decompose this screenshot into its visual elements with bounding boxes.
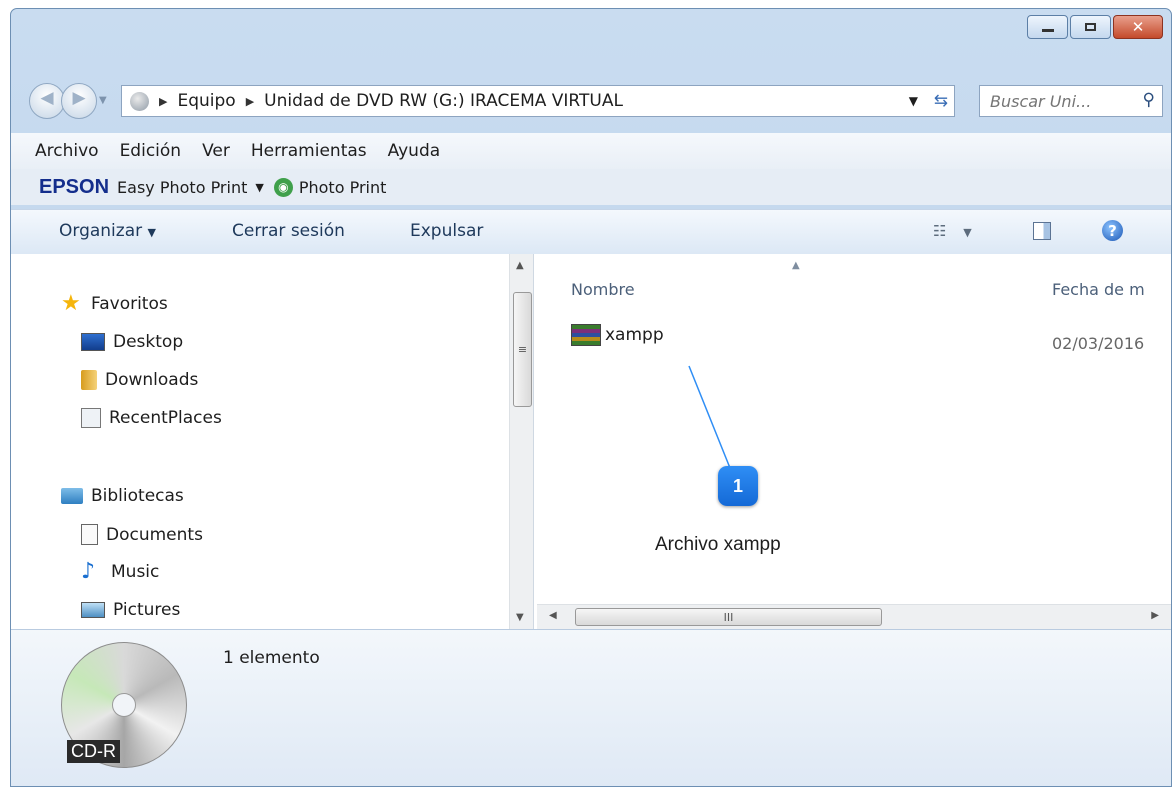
menu-herramientas[interactable]: Herramientas	[251, 141, 367, 161]
nav-vertical-scrollbar[interactable]: ▲ ≡ ▼	[509, 254, 534, 629]
search-icon[interactable]: ⚲	[1143, 90, 1155, 110]
title-bar: ✕	[11, 9, 1171, 51]
navigation-pane: ★ Favoritos Desktop Downloads RecentPlac…	[11, 254, 534, 629]
back-arrow-icon: ◀	[40, 88, 54, 108]
folder-icon	[81, 370, 97, 390]
computer-icon	[130, 91, 149, 111]
horizontal-scrollbar[interactable]: ◀ III ▶	[537, 604, 1171, 629]
details-pane: CD-R 1 elemento	[11, 629, 1171, 786]
menu-ver[interactable]: Ver	[202, 141, 230, 161]
menu-ayuda[interactable]: Ayuda	[388, 141, 441, 161]
breadcrumb-separator-icon[interactable]: ▶	[246, 95, 254, 108]
menu-edicion[interactable]: Edición	[120, 141, 182, 161]
forward-button[interactable]: ▶	[61, 83, 97, 119]
desktop-icon	[81, 333, 105, 351]
scroll-left-icon[interactable]: ◀	[549, 610, 557, 621]
eject-button[interactable]: Expulsar	[410, 221, 483, 241]
maximize-button[interactable]	[1070, 15, 1111, 39]
scroll-down-icon[interactable]: ▼	[516, 612, 524, 623]
libraries-icon	[61, 488, 83, 504]
command-bar: Organizar ▼ Cerrar sesión Expulsar ☷ ▼ ?	[11, 209, 1171, 255]
nav-item-pictures[interactable]: Pictures	[81, 600, 180, 620]
easy-photo-print-dropdown-icon[interactable]: ▼	[255, 181, 263, 194]
nav-item-desktop[interactable]: Desktop	[81, 332, 183, 352]
horizontal-scroll-thumb[interactable]: III	[575, 608, 882, 626]
address-bar[interactable]: ▶ Equipo ▶ Unidad de DVD RW (G:) IRACEMA…	[121, 85, 955, 117]
cd-r-label: CD-R	[67, 740, 120, 763]
epson-toolbar: EPSON Easy Photo Print ▼ ◉ Photo Print	[11, 169, 1171, 205]
caption-buttons: ✕	[1027, 15, 1163, 39]
epson-logo: EPSON	[39, 175, 110, 198]
nav-libraries[interactable]: Bibliotecas	[61, 486, 184, 506]
refresh-icon[interactable]: ⇆	[934, 91, 948, 111]
nav-item-recentplaces[interactable]: RecentPlaces	[81, 408, 222, 428]
minimize-button[interactable]	[1027, 15, 1068, 39]
details-view-icon: ☷	[933, 222, 947, 240]
callout-pointer	[688, 365, 731, 469]
music-icon: ♪	[81, 559, 96, 584]
recent-pages-dropdown[interactable]: ▼	[99, 95, 107, 106]
close-icon: ✕	[1131, 18, 1145, 36]
scroll-thumb[interactable]: ≡	[513, 292, 532, 407]
pictures-icon	[81, 602, 105, 618]
nav-item-documents[interactable]: Documents	[81, 524, 203, 545]
easy-photo-print-button[interactable]: Easy Photo Print	[117, 178, 247, 197]
preview-pane-icon[interactable]	[1033, 222, 1051, 240]
scroll-up-icon[interactable]: ▲	[516, 260, 524, 271]
breadcrumb-equipo[interactable]: Equipo	[177, 91, 235, 111]
back-button[interactable]: ◀	[29, 83, 65, 119]
organize-button[interactable]: Organizar ▼	[59, 221, 156, 241]
nav-favorites[interactable]: ★ Favoritos	[61, 291, 168, 316]
address-dropdown-icon[interactable]: ▼	[909, 94, 918, 108]
photo-print-button[interactable]: Photo Print	[299, 178, 387, 197]
item-count: 1 elemento	[223, 648, 320, 668]
close-button[interactable]: ✕	[1113, 15, 1163, 39]
callout-badge: 1	[718, 466, 758, 506]
search-input[interactable]	[988, 90, 1132, 112]
forward-arrow-icon: ▶	[72, 88, 86, 108]
menu-bar: Archivo Edición Ver Herramientas Ayuda	[11, 133, 1171, 169]
breadcrumb-dvd-drive[interactable]: Unidad de DVD RW (G:) IRACEMA VIRTUAL	[264, 91, 623, 111]
star-icon: ★	[61, 291, 81, 316]
change-view-button[interactable]: ☷ ▼	[933, 222, 972, 240]
search-box[interactable]: ⚲	[979, 85, 1163, 117]
photo-print-icon: ◉	[273, 177, 293, 197]
callout-label: Archivo xampp	[655, 534, 781, 555]
address-row: ◀ ▶ ▼ ▶ Equipo ▶ Unidad de DVD RW (G:) I…	[11, 77, 1171, 123]
document-icon	[81, 524, 98, 545]
scroll-right-icon[interactable]: ▶	[1151, 610, 1159, 621]
help-icon[interactable]: ?	[1102, 220, 1123, 241]
nav-item-music[interactable]: ♪ Music	[81, 559, 159, 584]
nav-item-downloads[interactable]: Downloads	[81, 370, 198, 390]
menu-archivo[interactable]: Archivo	[35, 141, 99, 161]
breadcrumb-separator-icon[interactable]: ▶	[159, 95, 167, 108]
file-list-pane: ▲ Nombre Fecha de m xampp 02/03/2016 1 A…	[537, 254, 1171, 629]
explorer-window: ✕ ◀ ▶ ▼ ▶ Equipo ▶ Unidad de DVD RW (G:)…	[10, 8, 1172, 787]
close-session-button[interactable]: Cerrar sesión	[232, 221, 345, 241]
recent-places-icon	[81, 408, 101, 428]
